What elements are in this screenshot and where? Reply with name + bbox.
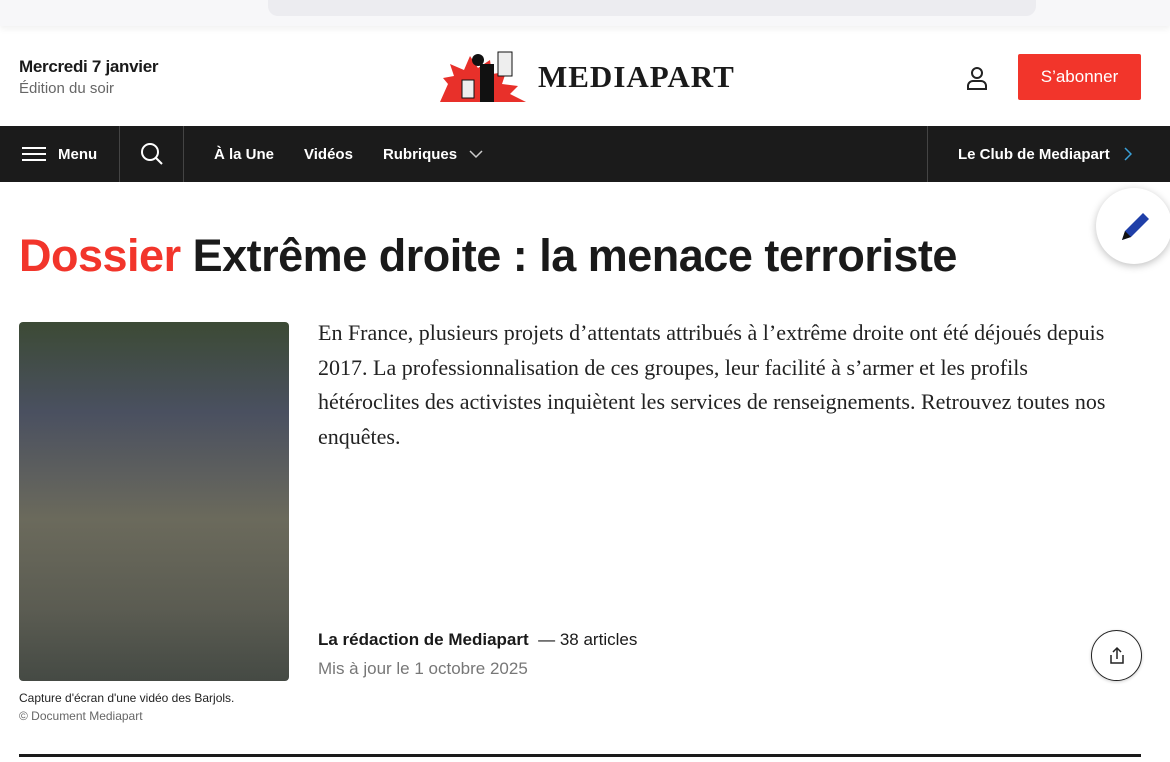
chevron-right-icon — [1124, 147, 1132, 161]
dossier-kicker: Dossier — [19, 230, 181, 281]
article-count: — 38 articles — [538, 630, 638, 649]
main-nav: Menu À la Une Vidéos Rubriques Le Club d… — [0, 126, 1170, 182]
url-bar[interactable] — [268, 0, 1036, 16]
dossier-image — [19, 322, 289, 681]
user-account-icon[interactable] — [963, 64, 991, 92]
nav-rubriques[interactable]: Rubriques — [383, 146, 483, 163]
share-icon — [1109, 646, 1124, 664]
nav-a-la-une[interactable]: À la Une — [214, 146, 274, 163]
updated-date: Mis à jour le 1 octobre 2025 — [318, 659, 528, 678]
write-button[interactable] — [1096, 188, 1170, 264]
rubriques-label: Rubriques — [382, 145, 458, 163]
club-link[interactable]: Le Club de Mediapart — [927, 126, 1170, 182]
logo-text: MEDIAPART — [538, 59, 735, 94]
author-line: La rédaction de Mediapart — 38 articles — [318, 630, 637, 650]
image-caption: Capture d'écran d'une vidéo des Barjols. — [19, 691, 235, 705]
mediapart-logo[interactable]: MEDIAPART — [440, 50, 735, 104]
pen-icon — [1122, 213, 1149, 240]
date: Mercredi 7 janvier — [19, 57, 159, 76]
image-credit: © Document Mediapart — [19, 709, 143, 723]
divider — [19, 754, 1141, 757]
club-label: Le Club de Mediapart — [958, 145, 1110, 163]
menu-button[interactable]: Menu — [0, 126, 120, 182]
share-button[interactable] — [1091, 630, 1142, 681]
site-header: Mercredi 7 janvier Édition du soir MEDIA… — [0, 26, 1170, 126]
dossier-intro: En France, plusieurs projets d’attentats… — [318, 320, 1106, 449]
subscribe-button[interactable]: S’abonner — [1018, 54, 1141, 100]
dossier-title: Extrême droite : la menace terroriste — [192, 230, 958, 281]
search-icon — [140, 143, 163, 165]
edition: Édition du soir — [19, 80, 115, 97]
search-button[interactable] — [120, 126, 184, 182]
menu-label: Menu — [58, 145, 98, 163]
nav-videos[interactable]: Vidéos — [304, 146, 353, 163]
page-title: Dossier Extrême droite : la menace terro… — [19, 230, 957, 282]
hamburger-icon — [22, 147, 46, 161]
chevron-down-icon — [469, 149, 483, 158]
author-link[interactable]: La rédaction de Mediapart — [318, 630, 529, 649]
browser-bar — [0, 0, 1170, 26]
logo-emblem-icon — [440, 51, 526, 102]
